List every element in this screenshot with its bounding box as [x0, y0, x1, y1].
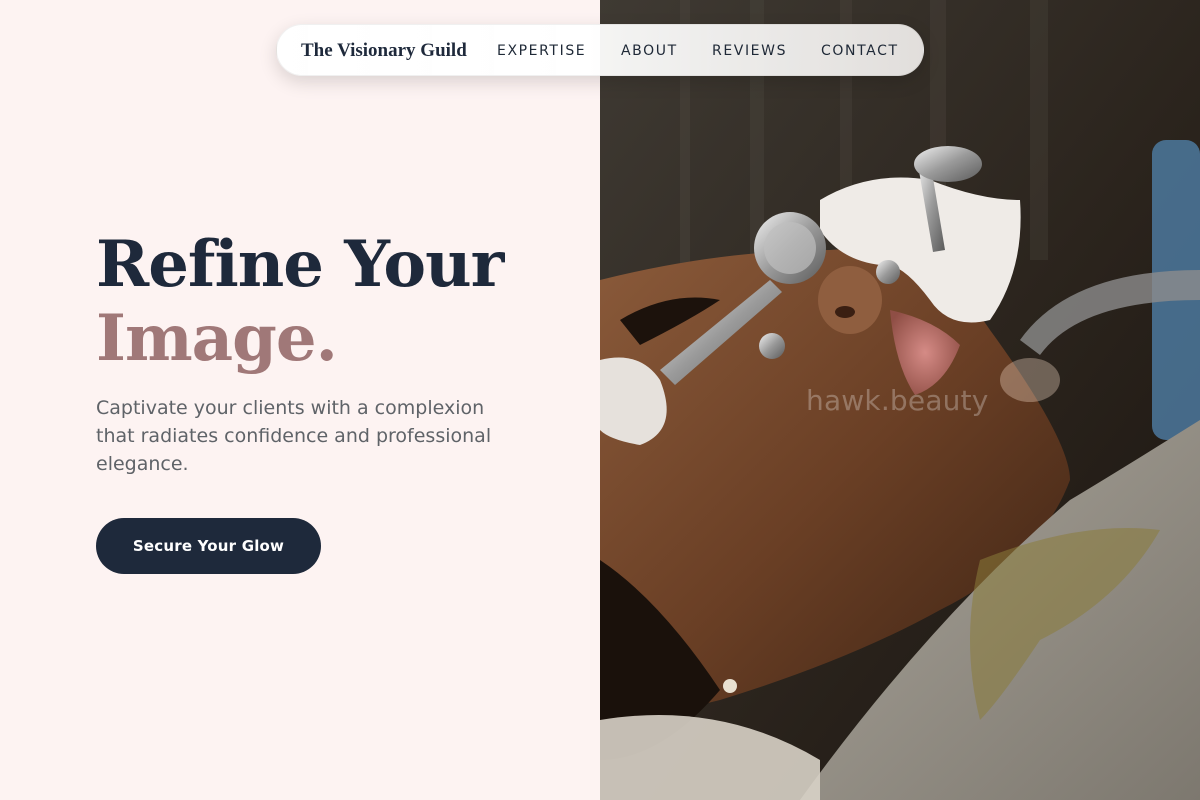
hero-headline-line2: Image. — [96, 301, 338, 376]
nav-link-about[interactable]: ABOUT — [621, 43, 678, 59]
hero-subtitle: Captivate your clients with a complexion… — [96, 397, 492, 475]
nav-link-expertise[interactable]: EXPERTISE — [497, 43, 586, 59]
brand-logo[interactable]: The Visionary Guild — [301, 40, 467, 62]
nav-link-contact[interactable]: CONTACT — [821, 43, 899, 59]
secure-your-glow-button[interactable]: Secure Your Glow — [96, 518, 321, 574]
photo-watermark: hawk.beauty — [806, 384, 989, 417]
nav-link-reviews[interactable]: REVIEWS — [712, 43, 787, 59]
hero-headline-line1: Refine Your — [96, 227, 504, 302]
landing-page: hawk.beauty The Visionary Guild EXPERTIS… — [0, 0, 1200, 800]
top-navbar: The Visionary Guild EXPERTISE ABOUT REVI… — [276, 24, 924, 76]
